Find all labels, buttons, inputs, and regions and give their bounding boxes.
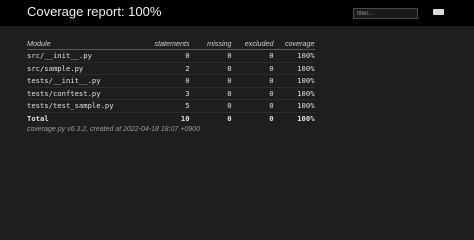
coverage-cell: 100% [273, 99, 315, 113]
table-header-row: Module statements missing excluded cover… [27, 37, 315, 50]
header-bar: Coverage report: 100% [0, 0, 474, 26]
module-link[interactable]: tests/conftest.py [27, 87, 114, 100]
excluded-cell: 0 [231, 62, 274, 75]
module-link[interactable]: src/sample.py [27, 62, 114, 75]
module-link[interactable]: tests/test_sample.py [27, 99, 114, 113]
table-row: tests/test_sample.py 5 0 0 100% [27, 99, 315, 113]
keyboard-icon[interactable] [433, 9, 444, 15]
missing-cell: 0 [189, 99, 232, 113]
statements-cell: 2 [113, 62, 190, 75]
filter-input[interactable] [353, 8, 418, 19]
coverage-table: Module statements missing excluded cover… [27, 37, 315, 124]
excluded-cell: 0 [231, 87, 274, 100]
module-link[interactable]: src/__init__.py [27, 49, 114, 63]
footer-note: coverage.py v6.3.2, created at 2022-04-1… [27, 126, 200, 133]
coverage-cell: 100% [273, 87, 315, 100]
column-header-missing[interactable]: missing [189, 37, 232, 50]
missing-cell: 0 [189, 49, 232, 63]
module-link[interactable]: tests/__init__.py [27, 74, 114, 88]
page-title: Coverage report: 100% [27, 4, 162, 19]
total-coverage: 100% [273, 111, 315, 124]
column-header-excluded[interactable]: excluded [231, 37, 274, 50]
excluded-cell: 0 [231, 99, 274, 113]
column-header-statements[interactable]: statements [113, 37, 190, 50]
excluded-cell: 0 [231, 49, 274, 63]
column-header-coverage[interactable]: coverage [273, 37, 315, 50]
table-row: tests/__init__.py 0 0 0 100% [27, 74, 315, 88]
statements-cell: 0 [113, 49, 190, 63]
statements-cell: 0 [113, 74, 190, 88]
table-row: src/sample.py 2 0 0 100% [27, 62, 315, 75]
missing-cell: 0 [189, 87, 232, 100]
missing-cell: 0 [189, 62, 232, 75]
total-label: Total [27, 111, 114, 124]
column-header-module[interactable]: Module [27, 37, 114, 50]
coverage-cell: 100% [273, 62, 315, 75]
statements-cell: 3 [113, 87, 190, 100]
total-row: Total 10 0 0 100% [27, 111, 315, 124]
total-statements: 10 [113, 111, 190, 124]
coverage-cell: 100% [273, 74, 315, 88]
table-row: src/__init__.py 0 0 0 100% [27, 49, 315, 63]
total-missing: 0 [189, 111, 232, 124]
missing-cell: 0 [189, 74, 232, 88]
statements-cell: 5 [113, 99, 190, 113]
table-row: tests/conftest.py 3 0 0 100% [27, 87, 315, 100]
excluded-cell: 0 [231, 74, 274, 88]
total-excluded: 0 [231, 111, 274, 124]
coverage-cell: 100% [273, 49, 315, 63]
